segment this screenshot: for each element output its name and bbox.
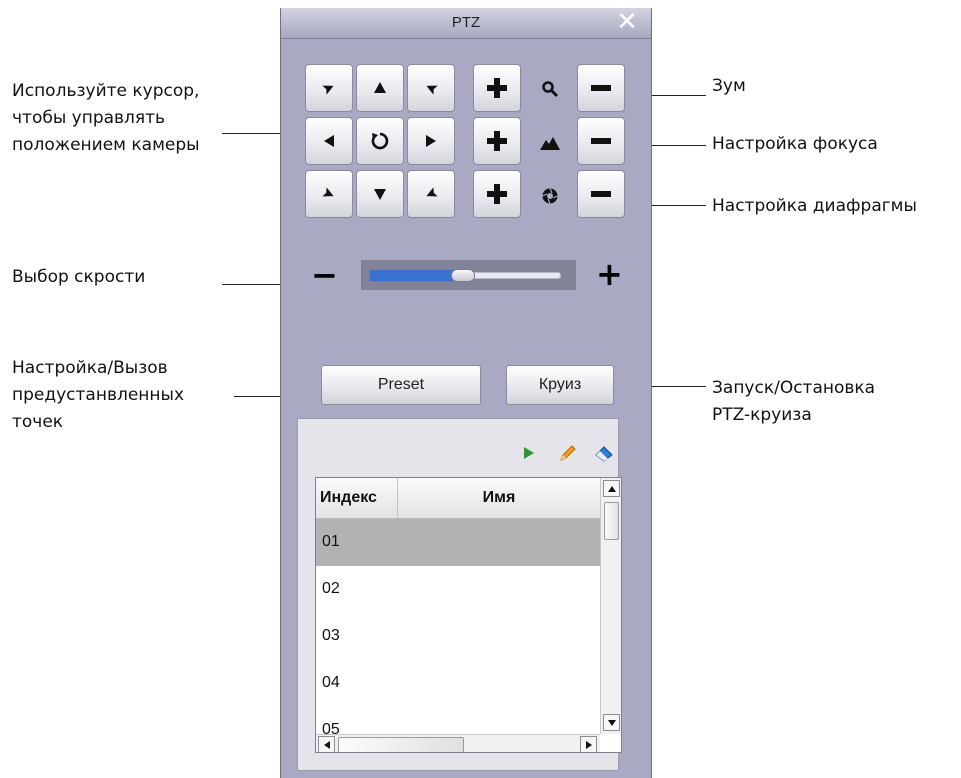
play-icon[interactable] — [518, 442, 540, 464]
close-icon[interactable]: ✕ — [615, 9, 639, 35]
row-index: 01 — [322, 533, 340, 550]
plus-icon — [487, 131, 507, 151]
minus-icon — [591, 138, 611, 144]
mountain-icon — [535, 128, 565, 158]
title-bar: PTZ ✕ — [281, 8, 651, 39]
pan-down-left-button[interactable] — [305, 170, 353, 218]
tilt-down-button[interactable] — [356, 170, 404, 218]
row-index: 03 — [322, 627, 340, 644]
speed-decrease-button[interactable]: − — [311, 259, 338, 291]
plus-icon — [487, 184, 507, 204]
focus-far-button[interactable] — [577, 117, 625, 165]
callout-cruise: Запуск/Остановка PTZ-круиза — [712, 378, 876, 425]
speed-fill — [369, 269, 457, 282]
rotate-icon — [371, 132, 389, 150]
tilt-up-button[interactable] — [356, 64, 404, 112]
preset-button[interactable]: Preset — [321, 365, 481, 405]
callout-zoom: Зум — [712, 76, 746, 96]
zoom-out-button[interactable] — [577, 64, 625, 112]
arrow-right-icon — [426, 135, 436, 147]
focus-near-button[interactable] — [473, 117, 521, 165]
callout-focus: Настройка фокуса — [712, 134, 878, 154]
callout-cursor: Используйте курсор, чтобы управлять поло… — [12, 81, 200, 155]
minus-icon — [591, 191, 611, 197]
pan-up-right-button[interactable] — [407, 64, 455, 112]
zoom-in-button[interactable] — [473, 64, 521, 112]
plus-icon — [487, 78, 507, 98]
table-header: Индекс Имя — [316, 478, 600, 519]
table-row[interactable]: 03 — [316, 613, 600, 660]
column-header-index[interactable]: Индекс — [320, 478, 396, 518]
horizontal-scroll-thumb[interactable] — [338, 737, 464, 752]
speed-slider-handle[interactable] — [451, 269, 475, 282]
vertical-scroll-thumb[interactable] — [604, 502, 619, 540]
table-row[interactable]: 02 — [316, 566, 600, 613]
horizontal-scrollbar[interactable] — [316, 734, 600, 752]
callout-iris: Настройка диафрагмы — [712, 196, 917, 216]
eraser-icon[interactable] — [593, 442, 615, 464]
callout-speed: Выбор скрости — [12, 267, 146, 287]
vertical-scrollbar[interactable] — [600, 478, 621, 734]
magnifier-icon — [535, 74, 565, 104]
pencil-icon[interactable] — [557, 442, 579, 464]
column-header-name[interactable]: Имя — [398, 478, 600, 518]
pan-up-left-button[interactable] — [305, 64, 353, 112]
window-title: PTZ — [451, 14, 481, 31]
scroll-up-arrow-icon[interactable] — [603, 480, 620, 497]
preset-table: Индекс Имя 01 02 03 04 05 — [315, 477, 622, 753]
arrow-down-left-icon — [322, 187, 334, 197]
arrow-left-icon — [324, 135, 334, 147]
table-row[interactable]: 04 — [316, 660, 600, 707]
cruise-button[interactable]: Круиз — [506, 365, 614, 405]
pan-down-right-button[interactable] — [407, 170, 455, 218]
aperture-icon — [535, 181, 565, 211]
row-index: 04 — [322, 674, 340, 691]
scroll-left-arrow-icon[interactable] — [318, 736, 335, 752]
iris-close-button[interactable] — [577, 170, 625, 218]
arrow-up-left-icon — [322, 85, 334, 95]
arrow-up-icon — [374, 82, 386, 93]
speed-slider[interactable] — [361, 260, 576, 290]
arrow-down-right-icon — [426, 187, 438, 197]
preset-list-panel: Индекс Имя 01 02 03 04 05 — [297, 418, 622, 771]
arrow-up-right-icon — [426, 85, 438, 95]
scroll-right-arrow-icon[interactable] — [580, 736, 597, 752]
speed-increase-button[interactable]: + — [596, 258, 623, 290]
pan-right-button[interactable] — [407, 117, 455, 165]
arrow-down-icon — [374, 189, 386, 200]
table-row[interactable]: 01 — [316, 519, 600, 566]
iris-open-button[interactable] — [473, 170, 521, 218]
pan-left-button[interactable] — [305, 117, 353, 165]
ptz-panel: PTZ ✕ − + Preset Круиз Индекс Имя 01 02 … — [280, 8, 652, 778]
callout-preset: Настройка/Вызов предустанвленных точек — [12, 358, 185, 432]
scroll-down-arrow-icon[interactable] — [603, 714, 620, 731]
auto-rotate-button[interactable] — [356, 117, 404, 165]
minus-icon — [591, 85, 611, 91]
row-index: 02 — [322, 580, 340, 597]
